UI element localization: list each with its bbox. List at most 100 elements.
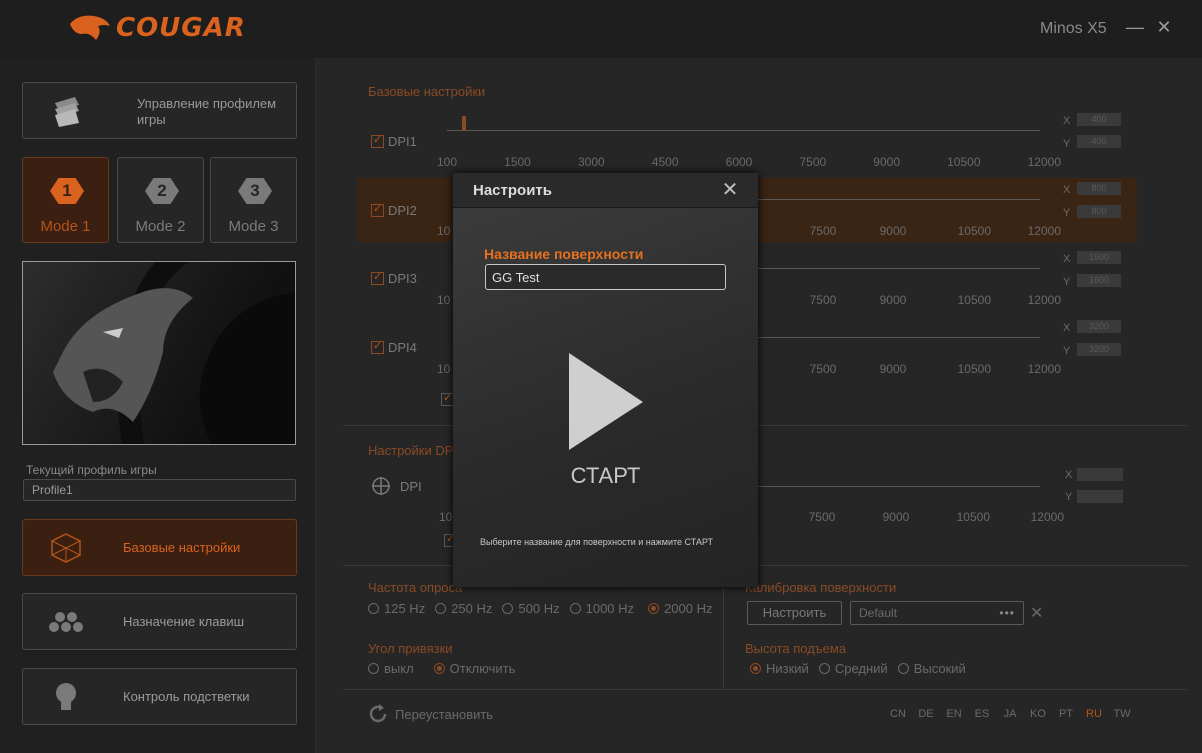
radio-label: 1000 Hz bbox=[585, 601, 635, 616]
dpi1-slider-thumb[interactable] bbox=[462, 116, 466, 130]
lang-es[interactable]: ES bbox=[968, 708, 996, 720]
angle-off-radio[interactable]: выкл bbox=[368, 661, 414, 676]
dpi-single-slider-track[interactable] bbox=[757, 486, 1040, 487]
lang-pt[interactable]: PT bbox=[1052, 708, 1080, 720]
nav-basic-settings[interactable]: Базовые настройки bbox=[22, 519, 297, 576]
mode-2-button[interactable]: 2 Mode 2 bbox=[117, 157, 204, 243]
lift-options: Низкий Средний Высокий bbox=[750, 661, 966, 676]
dialog-close-icon[interactable]: ✕ bbox=[720, 180, 740, 200]
lang-ru[interactable]: RU bbox=[1080, 708, 1108, 720]
dpi-single-label: DPI bbox=[400, 479, 422, 494]
lang-de[interactable]: DE bbox=[912, 708, 940, 720]
start-button[interactable]: СТАРТ bbox=[453, 463, 758, 489]
angle-options: выкл Отключить bbox=[368, 661, 515, 676]
radio-dot bbox=[368, 603, 379, 614]
calibration-select[interactable]: Default ••• bbox=[850, 601, 1024, 625]
surface-name-label: Название поверхности bbox=[484, 246, 644, 262]
dpi2-label: DPI2 bbox=[388, 203, 417, 218]
lift-medium-radio[interactable]: Средний bbox=[818, 661, 888, 676]
cougar-head-image bbox=[53, 262, 295, 444]
dpi4-x-value[interactable]: 3200 bbox=[1077, 320, 1121, 333]
polling-2000-radio[interactable]: 2000 Hz bbox=[648, 601, 712, 616]
dpi1-y-label: Y bbox=[1063, 138, 1071, 150]
radio-dot bbox=[569, 603, 581, 614]
polling-125-radio[interactable]: 125 Hz bbox=[368, 601, 425, 616]
radio-label: Низкий bbox=[766, 661, 809, 676]
brand-text: COUGAR bbox=[116, 13, 246, 43]
close-window-button[interactable]: ✕ bbox=[1155, 18, 1173, 36]
dpi4-label: DPI4 bbox=[388, 340, 417, 355]
more-options-icon[interactable]: ••• bbox=[999, 602, 1015, 624]
tick-label: 9000 bbox=[879, 362, 907, 376]
angle-disable-radio[interactable]: Отключить bbox=[433, 661, 516, 676]
buttons-icon bbox=[49, 612, 83, 632]
dpi1-x-value[interactable]: 400 bbox=[1077, 113, 1121, 126]
delete-calibration-icon[interactable]: ✕ bbox=[1030, 603, 1043, 623]
current-profile-field[interactable]: Profile1 bbox=[23, 479, 296, 501]
polling-500-radio[interactable]: 500 Hz bbox=[502, 601, 560, 616]
mode-3-button[interactable]: 3 Mode 3 bbox=[210, 157, 297, 243]
dpi1-label: DPI1 bbox=[388, 134, 417, 149]
dpi1-row: DPI1 100 1500 3000 4500 6000 7500 9000 1… bbox=[357, 108, 1137, 169]
dpi-single-x-value[interactable] bbox=[1077, 468, 1123, 481]
reset-label: Переустановить bbox=[395, 706, 494, 722]
cube-icon bbox=[51, 533, 81, 563]
tick-label: 9000 bbox=[879, 293, 907, 307]
dpi1-checkbox[interactable] bbox=[371, 133, 384, 148]
mode-3-label: Mode 3 bbox=[228, 218, 279, 235]
dpi2-slider-track[interactable] bbox=[757, 199, 1040, 200]
polling-1000-radio[interactable]: 1000 Hz bbox=[569, 601, 635, 616]
radio-dot bbox=[750, 663, 761, 674]
dpi1-y-value[interactable]: 400 bbox=[1077, 135, 1121, 148]
tick-label: 4500 bbox=[651, 155, 679, 169]
dialog-hint: Выберите название для поверхности и нажм… bbox=[480, 537, 714, 547]
lift-low-radio[interactable]: Низкий bbox=[750, 661, 809, 676]
current-profile-label: Текущий профиль игры bbox=[26, 463, 157, 477]
dpi3-checkbox[interactable] bbox=[371, 270, 384, 285]
polling-250-radio[interactable]: 250 Hz bbox=[435, 601, 492, 616]
dpi-single-y-label: Y bbox=[1065, 491, 1073, 503]
dpi3-x-value[interactable]: 1600 bbox=[1077, 251, 1121, 264]
dialog-header: Настроить ✕ bbox=[453, 173, 758, 208]
tick-label: 10 bbox=[437, 362, 451, 376]
tick-label: 1500 bbox=[504, 155, 531, 169]
dpi1-slider-track[interactable] bbox=[447, 130, 1040, 131]
lang-en[interactable]: EN bbox=[940, 708, 968, 720]
minimize-button[interactable]: — bbox=[1126, 18, 1144, 36]
tick-label: 12000 bbox=[1027, 362, 1061, 376]
nav-key-assignment[interactable]: Назначение клавиш bbox=[22, 593, 297, 650]
dpi3-y-value[interactable]: 1600 bbox=[1077, 274, 1121, 287]
play-icon[interactable] bbox=[567, 353, 645, 451]
profile-image bbox=[22, 261, 296, 445]
lang-ja[interactable]: JA bbox=[996, 708, 1024, 720]
calibration-title: Калибровка поверхности bbox=[745, 580, 897, 595]
dpi-settings-title: Настройки DPI bbox=[368, 443, 458, 458]
polling-title: Частота опроса bbox=[368, 580, 463, 595]
dpi2-y-value[interactable]: 800 bbox=[1077, 205, 1121, 218]
calibrate-button[interactable]: Настроить bbox=[747, 601, 842, 625]
mode-1-button[interactable]: 1 Mode 1 bbox=[22, 157, 109, 243]
lift-high-radio[interactable]: Высокий bbox=[897, 661, 966, 676]
tick-label: 10 bbox=[437, 224, 451, 238]
profile-manager-button[interactable]: Управление профилем игры bbox=[22, 82, 297, 139]
dialog-title: Настроить bbox=[473, 182, 552, 199]
lang-tw[interactable]: TW bbox=[1108, 708, 1136, 720]
lang-cn[interactable]: CN bbox=[884, 708, 912, 720]
dpi4-y-value[interactable]: 3200 bbox=[1077, 343, 1121, 356]
nav-key-assignment-label: Назначение клавиш bbox=[123, 614, 245, 629]
lang-ko[interactable]: KO bbox=[1024, 708, 1052, 720]
dpi-single-y-value[interactable] bbox=[1077, 490, 1123, 503]
dpi4-slider-track[interactable] bbox=[757, 337, 1040, 338]
surface-name-input[interactable] bbox=[485, 264, 726, 290]
dpi2-x-value[interactable]: 800 bbox=[1077, 182, 1121, 195]
reset-button[interactable]: Переустановить bbox=[367, 703, 493, 725]
radio-label: Отключить bbox=[449, 661, 516, 676]
angle-title: Угол привязки bbox=[368, 641, 453, 656]
dpi2-checkbox[interactable] bbox=[371, 202, 384, 217]
dpi3-slider-track[interactable] bbox=[757, 268, 1040, 269]
mode-1-icon: 1 bbox=[50, 178, 84, 204]
nav-lighting-control[interactable]: Контроль подстветки bbox=[22, 668, 297, 725]
mode-2-icon: 2 bbox=[145, 178, 179, 204]
dpi4-checkbox[interactable] bbox=[371, 339, 384, 354]
tick-label: 9000 bbox=[882, 510, 910, 524]
